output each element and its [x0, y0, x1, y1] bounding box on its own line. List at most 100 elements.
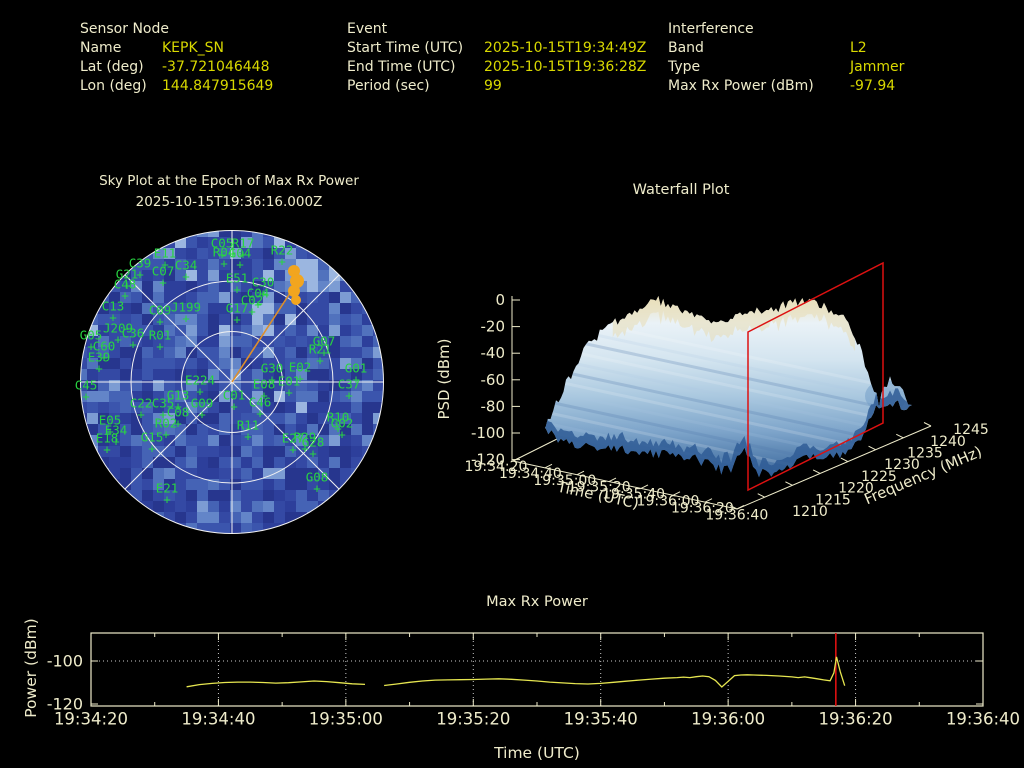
heatmap-cell — [252, 325, 263, 336]
satellite-marker: + — [148, 441, 156, 456]
heatmap-cell — [186, 358, 197, 369]
heatmap-cell — [109, 402, 120, 413]
satellite-marker: + — [162, 427, 170, 442]
heatmap-cell — [318, 391, 329, 402]
satellite-marker: + — [82, 389, 90, 404]
interference-title: Interference — [668, 21, 754, 37]
heatmap-cell — [219, 534, 230, 545]
time-tick-label: 19:36:40 — [705, 507, 768, 523]
heatmap-cell — [373, 314, 384, 325]
satellite-marker: + — [114, 332, 122, 347]
heatmap-cell — [219, 523, 230, 534]
interference-type-row: Type Jammer — [668, 59, 904, 75]
heatmap-cell — [208, 413, 219, 424]
x-tick-label: 19:35:40 — [564, 710, 638, 729]
heatmap-cell — [186, 237, 197, 248]
heatmap-cell — [329, 314, 340, 325]
satellite-marker: + — [182, 311, 190, 326]
heatmap-cell — [80, 424, 87, 435]
heatmap-cell — [362, 391, 373, 402]
satellite-marker: + — [233, 312, 241, 327]
satellite-marker: + — [345, 388, 353, 403]
heatmap-cell — [241, 325, 252, 336]
heatmap-cell — [230, 534, 241, 545]
heatmap-cell — [296, 336, 307, 347]
heatmap-cell — [186, 325, 197, 336]
heatmap-cell — [164, 523, 175, 534]
heatmap-cell — [384, 380, 395, 391]
event-end-label: End Time (UTC) — [347, 59, 456, 75]
heatmap-cell — [274, 446, 285, 457]
frequency-tick — [896, 433, 904, 439]
heatmap-cell — [197, 270, 208, 281]
heatmap-cell — [362, 446, 373, 457]
heatmap-cell — [329, 292, 340, 303]
heatmap-cell — [186, 457, 197, 468]
heatmap-cell — [219, 501, 230, 512]
heatmap-cell — [208, 435, 219, 446]
heatmap-cell — [219, 358, 230, 369]
x-tick-label: 19:36:20 — [819, 710, 893, 729]
x-tick-label: 19:34:20 — [54, 710, 128, 729]
heatmap-cell — [384, 358, 395, 369]
heatmap-cell — [219, 479, 230, 490]
heatmap-cell — [329, 303, 340, 314]
sensor-lat-label: Lat (deg) — [80, 59, 144, 75]
interference-type-label: Type — [668, 59, 701, 75]
heatmap-cell — [153, 468, 164, 479]
psd-tick-label: -40 — [481, 344, 506, 362]
heatmap-cell — [197, 490, 208, 501]
heatmap-cell — [252, 512, 263, 523]
heatmap-cell — [120, 468, 131, 479]
power-series-line — [186, 680, 366, 688]
psd-tick-label: 0 — [495, 291, 505, 309]
heatmap-cell — [109, 369, 120, 380]
heatmap-cell — [87, 413, 98, 424]
satellite-marker: + — [309, 446, 317, 461]
satellite-marker: + — [95, 361, 103, 376]
interference-blob — [288, 285, 300, 297]
sensor-lat-value: -37.721046448 — [162, 59, 270, 75]
satellite-marker: + — [316, 353, 324, 368]
heatmap-cell — [197, 457, 208, 468]
psd-tick-label: -60 — [481, 371, 506, 389]
heatmap-cell — [197, 325, 208, 336]
heatmap-cell — [241, 446, 252, 457]
heatmap-cell — [120, 358, 131, 369]
heatmap-cell — [329, 457, 340, 468]
heatmap-cell — [285, 479, 296, 490]
frequency-tick — [923, 422, 932, 427]
heatmap-cell — [142, 347, 153, 358]
heatmap-cell — [175, 230, 186, 237]
heatmap-cell — [351, 347, 362, 358]
event-end-row: End Time (UTC) 2025-10-15T19:36:28Z — [347, 59, 646, 75]
interference-panel: Interference Band L2 Type Jammer Max Rx … — [668, 21, 1008, 97]
heatmap-cell — [285, 402, 296, 413]
heatmap-cell — [241, 501, 252, 512]
heatmap-cell — [351, 314, 362, 325]
satellite-marker: + — [159, 275, 167, 290]
heatmap-cell — [329, 490, 340, 501]
heatmap-cell — [296, 490, 307, 501]
heatmap-cell — [208, 457, 219, 468]
heatmap-cell — [208, 501, 219, 512]
heatmap-cell — [373, 435, 384, 446]
heatmap-cell — [340, 457, 351, 468]
heatmap-cell — [252, 446, 263, 457]
heatmap-cell — [208, 512, 219, 523]
heatmap-cell — [186, 446, 197, 457]
heatmap-cell — [208, 468, 219, 479]
gnss-interference-dashboard: Sensor Node Name KEPK_SN Lat (deg) -37.7… — [0, 0, 1024, 768]
event-end-value: 2025-10-15T19:36:28Z — [484, 59, 647, 75]
heatmap-cell — [109, 358, 120, 369]
satellite-marker: + — [103, 442, 111, 457]
satellite-marker: + — [338, 427, 346, 442]
heatmap-cell — [307, 281, 318, 292]
satellite-marker: + — [233, 282, 241, 297]
heatmap-cell — [351, 402, 362, 413]
heatmap-cell — [351, 446, 362, 457]
y-tick-label: -100 — [47, 652, 83, 671]
heatmap-cell — [219, 446, 230, 457]
heatmap-cell — [296, 391, 307, 402]
waterfall-plot: Waterfall Plot0-20-40-60-80-100-120PSD (… — [435, 182, 989, 523]
